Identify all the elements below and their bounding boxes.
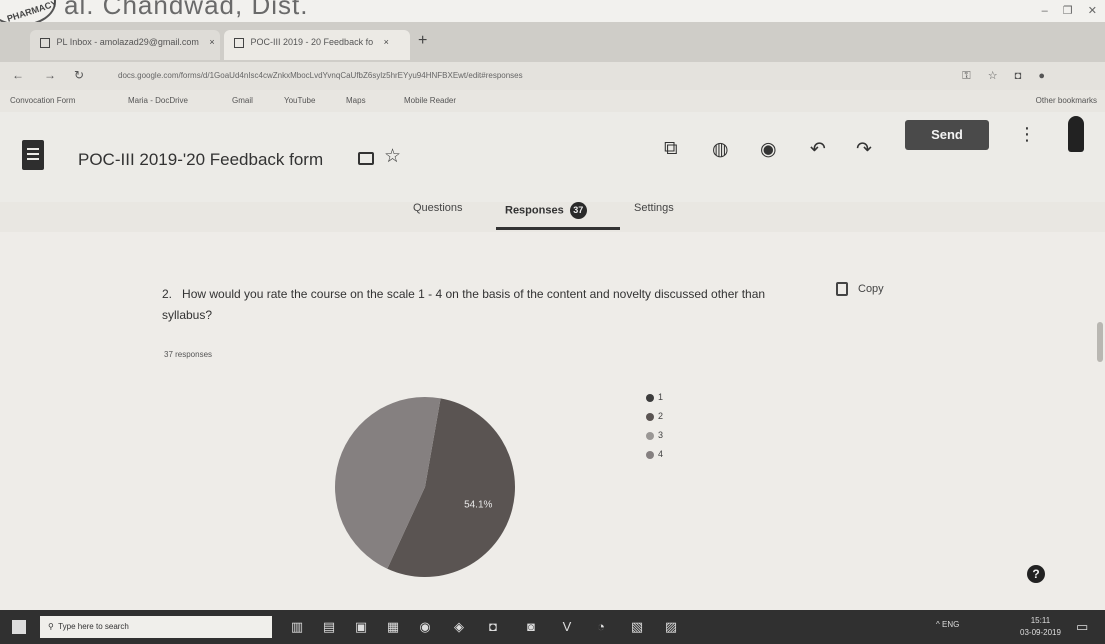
more-vert-icon[interactable]: ⋮ xyxy=(1018,124,1036,145)
form-title[interactable]: POC-III 2019-'20 Feedback form xyxy=(78,150,323,170)
tab-responses[interactable]: Responses 37 xyxy=(505,202,587,219)
legend-swatch xyxy=(646,412,654,421)
search-icon: ⚲ xyxy=(48,622,54,631)
legend-item-1: 1 xyxy=(646,388,663,407)
active-tab-indicator xyxy=(496,227,620,230)
maximize-icon[interactable]: ❐ xyxy=(1063,5,1073,17)
bookmark-item[interactable]: Mobile Reader xyxy=(404,96,456,105)
app-icon[interactable]: ▦ xyxy=(382,616,404,638)
notifications-icon[interactable]: ▭ xyxy=(1076,619,1088,635)
scrollbar[interactable] xyxy=(1097,322,1103,362)
key-icon[interactable]: ⚿ xyxy=(962,70,970,82)
task-view-icon[interactable]: ▥ xyxy=(286,616,308,638)
responses-count: 37 responses xyxy=(164,350,213,359)
chrome-icon[interactable]: ◉ xyxy=(414,616,436,638)
palette-icon[interactable]: ◍ xyxy=(712,138,729,161)
file-explorer-icon[interactable]: ▤ xyxy=(318,616,340,638)
extension-icon[interactable]: ◘ xyxy=(1015,70,1022,82)
address-controls: ⚿ ☆ ◘ ● xyxy=(948,69,1045,83)
bookmarks-bar: Convocation Form Maria - DocDrive Gmail … xyxy=(0,90,1105,112)
legend-item-2: 2 xyxy=(646,407,663,426)
legend-swatch xyxy=(646,450,654,459)
legend-label: 2 xyxy=(658,411,664,421)
bookmark-item[interactable]: Maria - DocDrive xyxy=(128,96,188,105)
question-text: How would you rate the course on the sca… xyxy=(162,287,766,322)
close-tab-icon[interactable]: × xyxy=(384,37,389,47)
avatar[interactable] xyxy=(1068,116,1084,152)
bookmark-item[interactable]: Gmail xyxy=(232,96,253,105)
star-icon[interactable]: ☆ xyxy=(384,145,401,168)
question-number: 2. xyxy=(162,287,173,301)
addons-icon[interactable]: ⧉ xyxy=(664,138,678,160)
legend-item-3: 3 xyxy=(646,426,663,445)
app-icon[interactable]: ▧ xyxy=(626,616,648,638)
tab-settings[interactable]: Settings xyxy=(634,202,674,214)
bookmark-item[interactable]: Maps xyxy=(346,96,366,105)
url-field[interactable]: docs.google.com/forms/d/1GoaUd4nIsc4cwZn… xyxy=(110,67,930,85)
undo-icon[interactable]: ↶ xyxy=(810,138,826,161)
header-text: al. Chandwad, Dist. xyxy=(64,0,309,20)
legend-item-4: 4 xyxy=(646,445,663,464)
profile-icon[interactable]: ● xyxy=(1038,70,1045,82)
forward-icon[interactable]: → xyxy=(44,68,56,82)
bookmark-item[interactable]: Convocation Form xyxy=(10,96,75,105)
pie-chart-svg: 54.1% xyxy=(335,397,515,577)
help-icon[interactable]: ? xyxy=(1027,565,1045,583)
forms-header: POC-III 2019-'20 Feedback form ☆ ⧉ ◍ ◉ ↶… xyxy=(0,112,1105,202)
copy-icon xyxy=(836,282,848,296)
preview-eye-icon[interactable]: ◉ xyxy=(760,138,777,161)
window-controls: – ❐ ✕ xyxy=(1030,4,1097,17)
minimize-icon[interactable]: – xyxy=(1042,5,1048,17)
tab-questions[interactable]: Questions xyxy=(413,202,463,214)
app-icon[interactable]: ◈ xyxy=(448,616,470,638)
folder-icon[interactable] xyxy=(358,152,374,165)
new-tab-button[interactable]: + xyxy=(418,32,427,50)
legend-swatch xyxy=(646,431,654,440)
send-button[interactable]: Send xyxy=(905,120,989,150)
chart-legend: 1 2 3 4 xyxy=(646,388,663,464)
browser-tab-strip: PL Inbox - amolazad29@gmail.com × POC-II… xyxy=(0,22,1105,62)
address-bar: ← → ↻ docs.google.com/forms/d/1GoaUd4nIs… xyxy=(0,62,1105,90)
photos-icon[interactable]: ▨ xyxy=(660,616,682,638)
redo-icon[interactable]: ↷ xyxy=(856,138,872,161)
app-icon[interactable]: ◙ xyxy=(520,616,542,638)
windows-start-icon[interactable] xyxy=(12,620,26,634)
google-forms-icon[interactable] xyxy=(22,140,44,170)
legend-swatch xyxy=(646,393,654,402)
store-icon[interactable]: ▣ xyxy=(350,616,372,638)
taskbar-search-input[interactable]: ⚲ Type here to search xyxy=(40,616,272,638)
back-icon[interactable]: ← xyxy=(12,68,24,82)
response-summary-card: 2. How would you rate the course on the … xyxy=(0,232,1105,610)
college-stamp: PHARMACY xyxy=(0,0,58,22)
app-icon[interactable]: ◘ xyxy=(482,616,504,638)
legend-label: 1 xyxy=(658,392,664,402)
question-title: 2. How would you rate the course on the … xyxy=(162,284,812,326)
pie-slice-label: 54.1% xyxy=(464,500,492,511)
windows-taskbar: ⚲ Type here to search ▥ ▤ ▣ ▦ ◉ ◈ ◘ ◙ V … xyxy=(0,610,1105,644)
gmail-icon xyxy=(40,37,50,48)
browser-tab-inbox[interactable]: PL Inbox - amolazad29@gmail.com × xyxy=(30,30,220,60)
other-bookmarks[interactable]: Other bookmarks xyxy=(1036,96,1097,105)
bookmark-star-icon[interactable]: ☆ xyxy=(988,70,998,82)
bookmark-item[interactable]: YouTube xyxy=(284,96,315,105)
close-icon[interactable]: ✕ xyxy=(1088,5,1097,17)
copy-chart-button[interactable]: Copy xyxy=(836,282,884,296)
close-tab-icon[interactable]: × xyxy=(209,37,214,47)
system-tray[interactable]: ^ ENG xyxy=(936,620,959,629)
vlc-icon[interactable]: V xyxy=(556,616,578,638)
form-tabs: Questions Responses 37 Settings xyxy=(0,202,1105,232)
responses-count-badge: 37 xyxy=(569,202,587,219)
reload-icon[interactable]: ↻ xyxy=(74,68,84,82)
forms-icon xyxy=(234,37,244,48)
whatsapp-icon[interactable]: ◔ xyxy=(590,616,612,638)
legend-label: 4 xyxy=(658,449,664,459)
legend-label: 3 xyxy=(658,430,664,440)
scan-header-banner: PHARMACY al. Chandwad, Dist. – ❐ ✕ xyxy=(0,0,1105,22)
browser-tab-form[interactable]: POC-III 2019 - 20 Feedback fo × xyxy=(224,30,410,60)
pie-chart: 54.1% xyxy=(330,392,520,587)
taskbar-clock[interactable]: 15:11 03-09-2019 xyxy=(1020,615,1061,639)
